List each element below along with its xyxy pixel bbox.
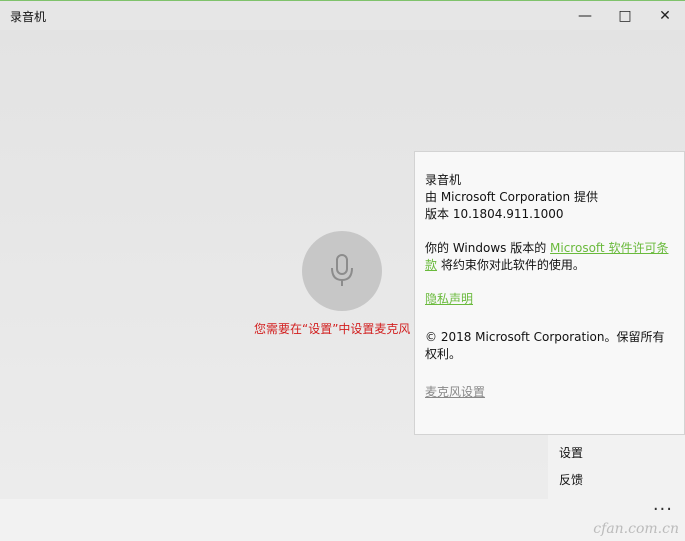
app-title: 录音机 [10, 10, 47, 24]
about-publisher: 由 Microsoft Corporation 提供 [425, 190, 598, 204]
about-license: 你的 Windows 版本的 Microsoft 软件许可条款 将约束你对此软件… [425, 240, 674, 274]
about-panel: 录音机 由 Microsoft Corporation 提供 版本 10.180… [414, 151, 685, 435]
license-text-post: 将约束你对此软件的使用。 [437, 258, 585, 272]
minimize-button[interactable]: — [565, 1, 605, 30]
about-app-name: 录音机 [425, 173, 462, 187]
microphone-icon [331, 254, 353, 286]
mic-settings-link[interactable]: 麦克风设置 [425, 385, 485, 399]
license-text-pre: 你的 Windows 版本的 [425, 241, 551, 255]
record-button[interactable] [302, 231, 382, 311]
privacy-link[interactable]: 隐私声明 [425, 292, 473, 306]
watermark: cfan.com.cn [593, 521, 679, 537]
about-copyright: © 2018 Microsoft Corporation。保留所有权利。 [425, 330, 665, 361]
mic-error-message: 您需要在“设置”中设置麦克风 [254, 322, 411, 336]
about-version: 版本 10.1804.911.1000 [425, 207, 564, 221]
more-icon[interactable]: ··· [653, 499, 673, 520]
menu-item-settings[interactable]: 设置 [559, 444, 583, 461]
maximize-button[interactable]: □ [605, 1, 645, 30]
title-bar: 录音机 — □ ✕ [0, 0, 685, 30]
overflow-menu: 设置 反馈 [548, 435, 685, 499]
menu-item-feedback[interactable]: 反馈 [559, 471, 583, 488]
bottom-app-bar: ··· cfan.com.cn [0, 499, 685, 541]
close-button[interactable]: ✕ [645, 1, 685, 30]
